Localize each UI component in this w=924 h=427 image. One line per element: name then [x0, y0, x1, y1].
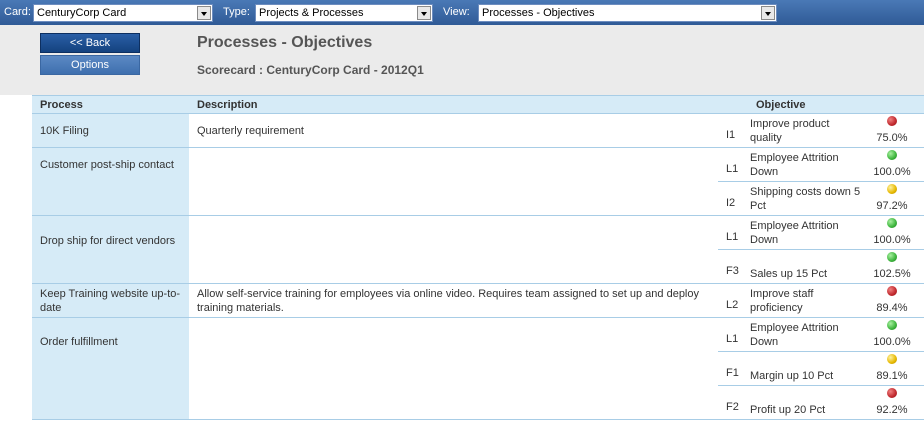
page-header: << Back Options Processes - Objectives S…: [0, 25, 924, 95]
chevron-down-icon[interactable]: [197, 6, 211, 20]
objective-status: 100.0%: [868, 215, 924, 250]
column-header-process: Process: [32, 95, 189, 114]
objective-status: 102.5%: [868, 249, 924, 284]
objective-status: 75.0%: [868, 113, 924, 148]
objective-value: 89.1%: [876, 370, 908, 382]
objective-name[interactable]: Margin up 10 Pct: [748, 351, 868, 386]
objective-name[interactable]: Shipping costs down 5 Pct: [748, 181, 868, 216]
card-label: Card:: [4, 6, 31, 18]
card-select-value: CenturyCorp Card: [37, 7, 127, 19]
chevron-down-icon[interactable]: [417, 6, 431, 20]
column-header-status: [868, 95, 924, 114]
objective-value: 97.2%: [876, 200, 908, 212]
status-green-icon: [887, 320, 897, 330]
table-row: 10K Filing Quarterly requirement I1 Impr…: [32, 113, 924, 148]
objective-status: 89.1%: [868, 351, 924, 386]
objective-code: F1: [718, 351, 748, 386]
objective-status: 92.2%: [868, 385, 924, 420]
top-toolbar: Card: CenturyCorp Card Type: Projects & …: [0, 0, 924, 25]
objective-value: 100.0%: [873, 336, 911, 348]
column-header-objective: Objective: [748, 95, 868, 114]
description-cell: [189, 147, 718, 216]
process-cell[interactable]: Drop ship for direct vendors: [32, 215, 189, 284]
card-select[interactable]: CenturyCorp Card: [33, 4, 213, 22]
objective-code: L1: [718, 215, 748, 250]
objective-value: 100.0%: [873, 166, 911, 178]
objective-code: I2: [718, 181, 748, 216]
view-select[interactable]: Processes - Objectives: [478, 4, 777, 22]
objective-name[interactable]: Employee Attrition Down: [748, 317, 868, 352]
table-row: Order fulfillment L1 Employee Attrition …: [32, 317, 924, 420]
type-select-value: Projects & Processes: [259, 7, 364, 19]
objective-code: F3: [718, 249, 748, 284]
column-header-description: Description: [189, 95, 718, 114]
type-select[interactable]: Projects & Processes: [255, 4, 433, 22]
processes-objectives-grid: Process Description Objective 10K Filing…: [32, 95, 924, 427]
process-cell[interactable]: Customer post-ship contact: [32, 147, 189, 216]
status-red-icon: [887, 286, 897, 296]
table-row: Keep Training website up-to-date Allow s…: [32, 283, 924, 318]
status-green-icon: [887, 252, 897, 262]
column-header-code: [718, 95, 748, 114]
process-cell[interactable]: 10K Filing: [32, 113, 189, 148]
process-cell[interactable]: Keep Training website up-to-date: [32, 283, 189, 318]
scorecard-subtitle: Scorecard : CenturyCorp Card - 2012Q1: [197, 63, 424, 77]
description-cell: Quarterly requirement: [189, 113, 718, 148]
back-button[interactable]: << Back: [40, 33, 140, 53]
description-cell: [189, 317, 718, 420]
objective-code: L2: [718, 283, 748, 318]
objective-name[interactable]: Employee Attrition Down: [748, 147, 868, 182]
objective-status: 89.4%: [868, 283, 924, 318]
objective-name[interactable]: Employee Attrition Down: [748, 215, 868, 250]
options-button[interactable]: Options: [40, 55, 140, 75]
type-label: Type:: [223, 6, 250, 18]
status-green-icon: [887, 218, 897, 228]
chevron-down-icon[interactable]: [761, 6, 775, 20]
objective-value: 89.4%: [876, 302, 908, 314]
objective-name[interactable]: Improve staff proficiency: [748, 283, 868, 318]
view-label: View:: [443, 6, 470, 18]
status-green-icon: [887, 150, 897, 160]
status-yellow-icon: [887, 184, 897, 194]
objective-name[interactable]: Profit up 20 Pct: [748, 385, 868, 420]
objective-name[interactable]: Sales up 15 Pct: [748, 249, 868, 284]
objective-value: 75.0%: [876, 132, 908, 144]
description-cell: [189, 215, 718, 284]
page-title: Processes - Objectives: [197, 34, 373, 51]
objective-code: L1: [718, 317, 748, 352]
objective-value: 100.0%: [873, 234, 911, 246]
objective-code: I1: [718, 113, 748, 148]
objective-name[interactable]: Improve product quality: [748, 113, 868, 148]
objectives-table: Process Description Objective 10K Filing…: [32, 95, 924, 420]
objective-value: 92.2%: [876, 404, 908, 416]
table-row: Customer post-ship contact L1 Employee A…: [32, 147, 924, 216]
status-yellow-icon: [887, 354, 897, 364]
status-red-icon: [887, 388, 897, 398]
objective-status: 100.0%: [868, 147, 924, 182]
view-select-value: Processes - Objectives: [482, 7, 595, 19]
objective-code: L1: [718, 147, 748, 182]
objective-code: F2: [718, 385, 748, 420]
status-red-icon: [887, 116, 897, 126]
table-header-row: Process Description Objective: [32, 95, 924, 114]
description-cell: Allow self-service training for employee…: [189, 283, 718, 318]
objective-status: 97.2%: [868, 181, 924, 216]
process-cell[interactable]: Order fulfillment: [32, 317, 189, 420]
table-row: Drop ship for direct vendors L1 Employee…: [32, 215, 924, 284]
objective-status: 100.0%: [868, 317, 924, 352]
objective-value: 102.5%: [873, 268, 911, 280]
